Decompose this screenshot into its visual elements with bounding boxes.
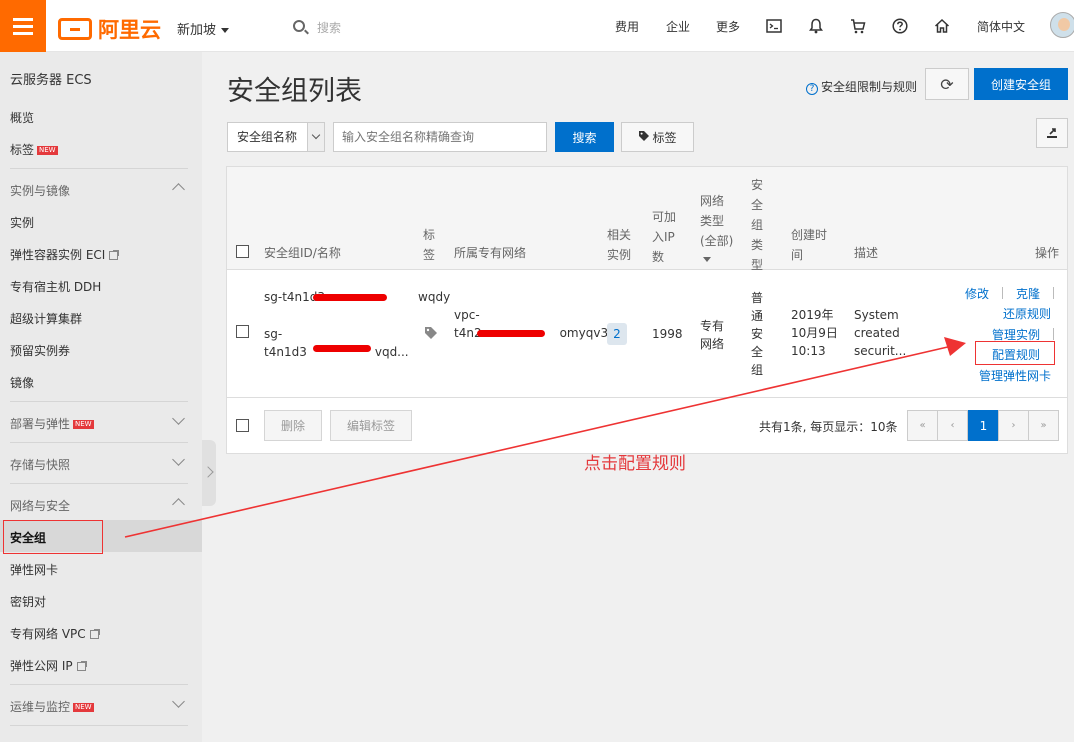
annotation-text: 点击配置规则 (584, 454, 686, 474)
annotation-arrow (124, 337, 966, 538)
